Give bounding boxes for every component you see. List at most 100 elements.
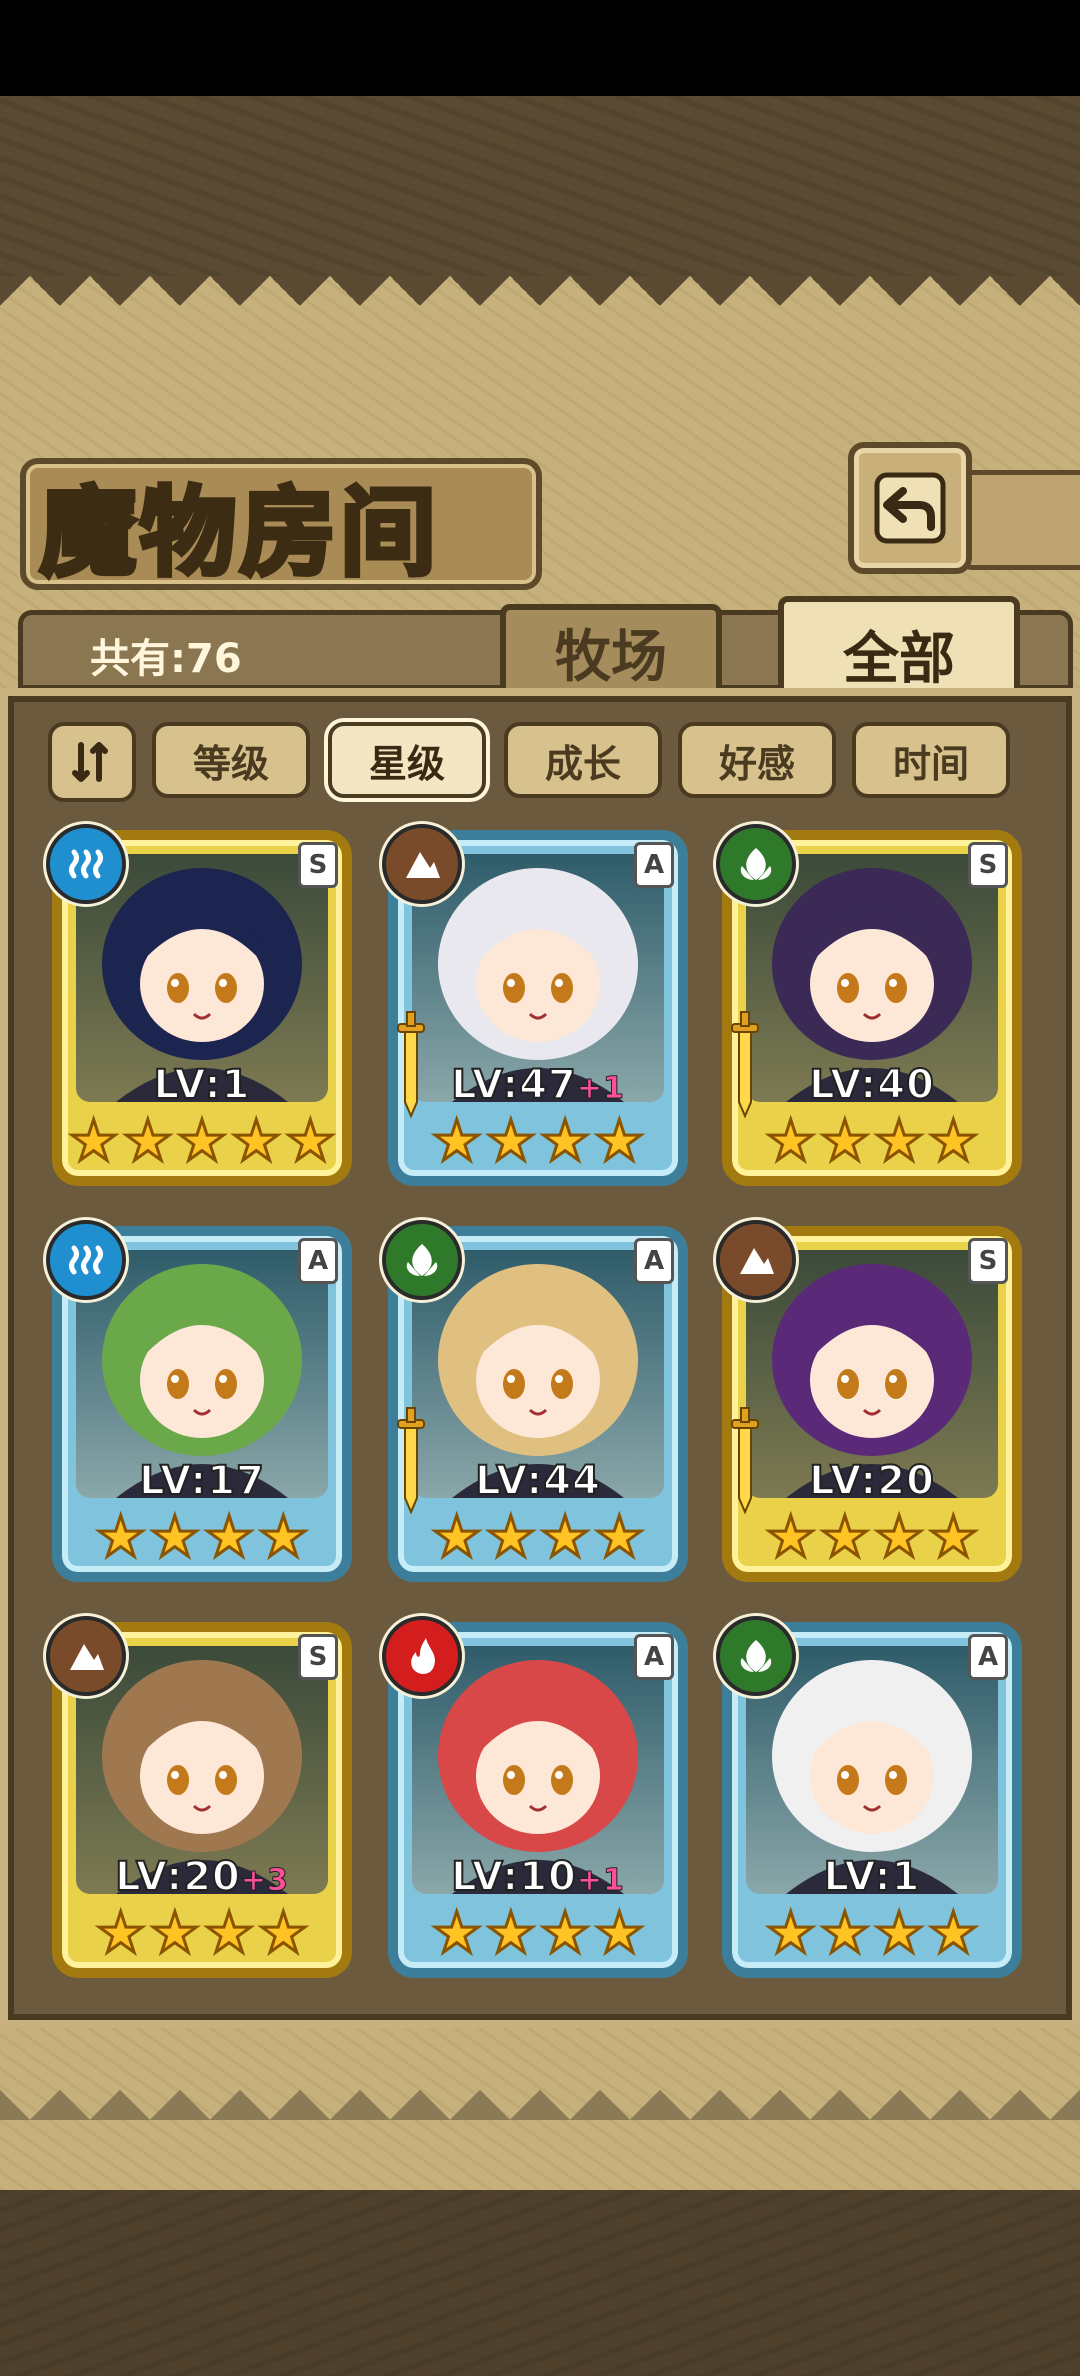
rank-badge: A: [634, 842, 674, 888]
filter-growth-button[interactable]: 成长: [504, 722, 662, 798]
torn-edge-top: [0, 276, 1080, 336]
status-bar: [0, 0, 1080, 96]
star-icon: ★: [202, 1505, 255, 1570]
earth-element-icon: [46, 1616, 126, 1696]
rank-badge: S: [298, 1634, 338, 1680]
monster-card[interactable]: S LV:1 ★ ★ ★ ★ ★: [46, 824, 352, 1186]
star-icon: ★: [593, 1901, 646, 1966]
star-icon: ★: [430, 1901, 483, 1966]
rank-badge: S: [968, 1238, 1008, 1284]
star-icon: ★: [94, 1901, 147, 1966]
back-button[interactable]: [848, 442, 972, 574]
star-rating: ★ ★ ★ ★ ★: [52, 1109, 352, 1174]
star-icon: ★: [430, 1109, 483, 1174]
level-text: LV:40: [808, 1061, 935, 1109]
back-button-rail: [960, 470, 1080, 570]
level-text: LV:20: [114, 1853, 241, 1901]
star-icon: ★: [202, 1901, 255, 1966]
star-rating: ★ ★ ★ ★: [388, 1901, 688, 1966]
sort-order-button[interactable]: [48, 722, 136, 802]
star-icon: ★: [764, 1901, 817, 1966]
star-icon: ★: [593, 1109, 646, 1174]
level-text: LV:10: [450, 1853, 577, 1901]
star-rating: ★ ★ ★ ★: [52, 1505, 352, 1570]
monster-card[interactable]: A LV:1 ★ ★ ★ ★: [716, 1616, 1022, 1978]
level-text: LV:20: [808, 1457, 935, 1505]
level-bonus: +3: [240, 1863, 289, 1899]
star-rating: ★ ★ ★ ★: [722, 1901, 1022, 1966]
tab-ranch[interactable]: 牧场: [500, 604, 722, 700]
star-rating: ★ ★ ★ ★: [388, 1109, 688, 1174]
water-element-icon: [46, 1220, 126, 1300]
torn-edge-bottom: [0, 2060, 1080, 2120]
star-icon: ★: [484, 1505, 537, 1570]
filter-star-button[interactable]: 星级: [328, 722, 486, 798]
fire-element-icon: [382, 1616, 462, 1696]
earth-element-icon: [382, 824, 462, 904]
monster-level: LV:44: [388, 1457, 688, 1505]
earth-element-icon: [716, 1220, 796, 1300]
star-icon: ★: [257, 1901, 310, 1966]
star-icon: ★: [872, 1901, 925, 1966]
filter-affection-button[interactable]: 好感: [678, 722, 836, 798]
filter-time-button[interactable]: 时间: [852, 722, 1010, 798]
monster-card[interactable]: S LV:20 ★ ★ ★ ★: [716, 1220, 1022, 1582]
star-icon: ★: [538, 1505, 591, 1570]
rank-badge: A: [298, 1238, 338, 1284]
star-rating: ★ ★ ★ ★: [722, 1109, 1022, 1174]
monster-level: LV:17: [52, 1457, 352, 1505]
star-icon: ★: [538, 1901, 591, 1966]
star-icon: ★: [764, 1109, 817, 1174]
page-title: 魔物房间: [38, 474, 440, 592]
level-text: LV:47: [450, 1061, 577, 1109]
monster-card[interactable]: S LV:20+3 ★ ★ ★ ★: [46, 1616, 352, 1978]
monster-level: LV:1: [722, 1853, 1022, 1901]
star-icon: ★: [230, 1109, 283, 1174]
monster-count: 共有:76: [90, 636, 242, 682]
star-icon: ★: [764, 1505, 817, 1570]
star-icon: ★: [148, 1505, 201, 1570]
monster-card[interactable]: A LV:47+1 ★ ★ ★ ★: [382, 824, 688, 1186]
monster-card[interactable]: A LV:10+1 ★ ★ ★ ★: [382, 1616, 688, 1978]
star-icon: ★: [175, 1109, 228, 1174]
star-icon: ★: [927, 1505, 980, 1570]
star-icon: ★: [121, 1109, 174, 1174]
monster-level: LV:40: [722, 1061, 1022, 1109]
star-icon: ★: [430, 1505, 483, 1570]
level-text: LV:1: [153, 1061, 251, 1109]
level-bonus: +1: [576, 1863, 625, 1899]
nature-element-icon: [382, 1220, 462, 1300]
water-element-icon: [46, 824, 126, 904]
nature-element-icon: [716, 824, 796, 904]
level-text: LV:44: [474, 1457, 601, 1505]
monster-level: LV:10+1: [388, 1853, 688, 1901]
monster-card[interactable]: S LV:40 ★ ★ ★ ★: [716, 824, 1022, 1186]
monster-card[interactable]: A LV:17 ★ ★ ★ ★: [46, 1220, 352, 1582]
star-icon: ★: [484, 1109, 537, 1174]
star-icon: ★: [927, 1109, 980, 1174]
rank-badge: A: [968, 1634, 1008, 1680]
star-icon: ★: [94, 1505, 147, 1570]
return-arrow-icon: [874, 472, 946, 544]
star-rating: ★ ★ ★ ★: [722, 1505, 1022, 1570]
star-icon: ★: [284, 1109, 337, 1174]
filter-bar: 等级 星级 成长 好感 时间: [48, 720, 1048, 802]
rank-badge: A: [634, 1238, 674, 1284]
level-bonus: +1: [576, 1071, 625, 1107]
star-icon: ★: [484, 1901, 537, 1966]
star-icon: ★: [818, 1505, 871, 1570]
star-icon: ★: [872, 1505, 925, 1570]
monster-card[interactable]: A LV:44 ★ ★ ★ ★: [382, 1220, 688, 1582]
rank-badge: S: [968, 842, 1008, 888]
star-icon: ★: [872, 1109, 925, 1174]
level-text: LV:1: [823, 1853, 921, 1901]
star-icon: ★: [538, 1109, 591, 1174]
rank-badge: A: [634, 1634, 674, 1680]
filter-level-button[interactable]: 等级: [152, 722, 310, 798]
monster-level: LV:1: [52, 1061, 352, 1109]
rank-badge: S: [298, 842, 338, 888]
sort-order-icon: [72, 742, 108, 782]
star-icon: ★: [818, 1109, 871, 1174]
star-icon: ★: [67, 1109, 120, 1174]
map-background-bottom: [0, 2190, 1080, 2376]
